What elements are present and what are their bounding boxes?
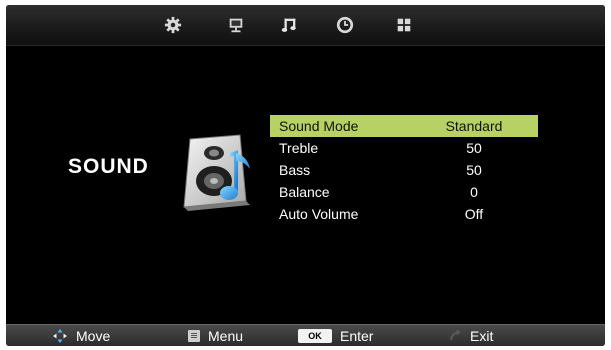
- menu-key-icon: [188, 330, 200, 342]
- menu-item-label: Bass: [279, 162, 311, 178]
- page-title: SOUND: [68, 155, 149, 178]
- menu-item-treble[interactable]: Treble 50: [270, 137, 538, 159]
- monitor-icon: [229, 18, 243, 33]
- menu-item-value: 0: [470, 184, 478, 200]
- hint-menu: Menu: [188, 325, 243, 346]
- speaker-music-icon: [183, 134, 250, 211]
- ok-key-icon: OK: [298, 329, 332, 343]
- hint-move-label: Move: [76, 328, 111, 344]
- help-bar: Move Menu OK Enter Exit: [6, 324, 605, 346]
- clock-icon: [336, 16, 354, 34]
- menu-item-label: Treble: [279, 140, 319, 156]
- tab-sound[interactable]: [276, 13, 302, 37]
- hint-menu-label: Menu: [208, 328, 244, 344]
- menu-item-label: Balance: [279, 184, 330, 200]
- sound-menu: Sound Mode Standard Treble 50 Bass 50 Ba…: [270, 115, 538, 225]
- grid-icon: [397, 18, 411, 32]
- menu-item-value: Off: [464, 206, 484, 222]
- menu-item-label: Sound Mode: [279, 118, 359, 134]
- hint-exit-label: Exit: [470, 328, 494, 344]
- hint-enter-label: Enter: [340, 328, 374, 344]
- menu-item-value: 50: [466, 140, 482, 156]
- menu-item-value: Standard: [445, 118, 503, 134]
- tab-time[interactable]: [332, 13, 358, 37]
- hint-exit: Exit: [448, 325, 493, 346]
- directional-pad-icon: [53, 329, 67, 343]
- tab-picture[interactable]: [160, 13, 186, 37]
- menu-tab-bar: [6, 5, 605, 46]
- menu-item-balance[interactable]: Balance 0: [270, 181, 538, 203]
- hint-move: Move: [52, 325, 110, 346]
- hint-enter: OK Enter: [298, 325, 373, 346]
- menu-item-auto-volume[interactable]: Auto Volume Off: [270, 203, 538, 225]
- tab-channel[interactable]: [223, 13, 249, 37]
- menu-item-bass[interactable]: Bass 50: [270, 159, 538, 181]
- menu-item-value: 50: [466, 162, 482, 178]
- tab-setup[interactable]: [391, 13, 417, 37]
- menu-item-sound-mode[interactable]: Sound Mode Standard: [270, 115, 538, 137]
- exit-arrow-icon: [450, 329, 462, 341]
- gear-icon: [164, 16, 182, 34]
- music-note-icon: [281, 18, 296, 32]
- tv-osd-screen: SOUND Sound Mode Standard Treble 50 Bass…: [6, 5, 605, 346]
- menu-item-label: Auto Volume: [279, 206, 359, 222]
